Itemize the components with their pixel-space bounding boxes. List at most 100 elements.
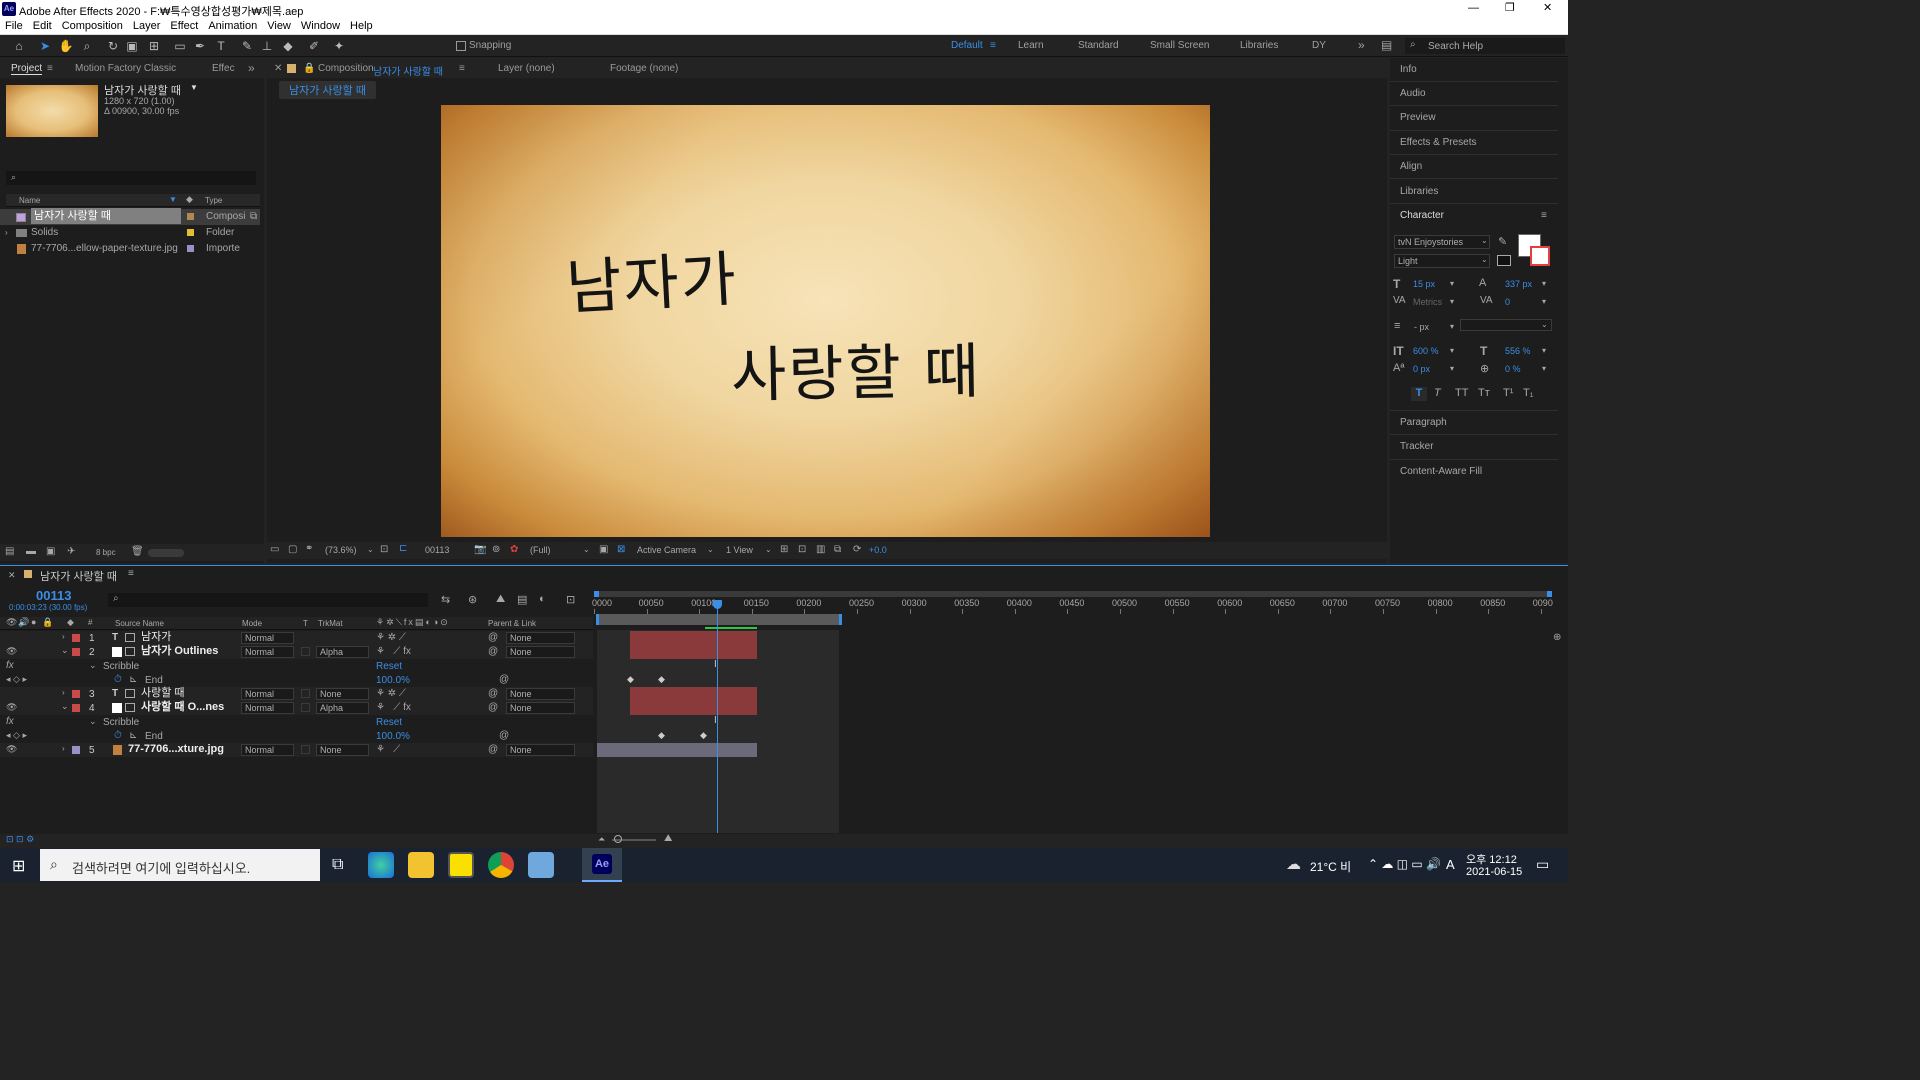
motion-blur-icon[interactable]: ◐ [539, 593, 546, 605]
project-panel-menu-icon[interactable]: ≡ [47, 63, 53, 74]
mode-dropdown[interactable]: Normal [241, 632, 294, 644]
trkmat-dropdown[interactable]: None [316, 744, 369, 756]
eyedropper-icon[interactable]: ✎ [1498, 235, 1507, 248]
layer-search-input[interactable]: ⌕ [108, 593, 428, 607]
home-icon[interactable]: ⌂ [11, 38, 27, 54]
eye-icon[interactable]: 👁 [6, 702, 17, 713]
keyframe-icon[interactable]: ◆ [700, 730, 707, 741]
current-time-field[interactable]: 00113 [425, 545, 449, 555]
region-of-interest-icon[interactable]: ⊏ [399, 543, 407, 554]
taskbar-search-input[interactable]: ⌕ 검색하려면 여기에 입력하십시오. [40, 849, 320, 881]
bit-depth-label[interactable]: 8 bpc [96, 548, 116, 557]
chrome-icon[interactable] [488, 852, 514, 878]
reset-link[interactable]: Reset [376, 716, 402, 729]
tracking-value[interactable]: 0 [1505, 297, 1510, 307]
label-color[interactable] [187, 245, 194, 252]
workspace-learn[interactable]: Learn [1018, 40, 1044, 51]
parent-dropdown[interactable]: None [506, 744, 575, 756]
label-column-icon[interactable]: ◆ [186, 194, 193, 205]
expression-icon[interactable]: @ [499, 729, 509, 742]
pick-whip-icon[interactable]: @ [488, 701, 498, 714]
trkmat-dropdown[interactable]: Alpha [316, 702, 369, 714]
stroke-width-value[interactable]: - px [1414, 322, 1429, 332]
workspace-small-screen[interactable]: Small Screen [1150, 40, 1209, 51]
workspace-libraries[interactable]: Libraries [1240, 40, 1278, 51]
mode-dropdown[interactable]: Normal [241, 744, 294, 756]
zoom-slider-handle[interactable] [614, 835, 622, 843]
kerning-value[interactable]: Metrics [1413, 297, 1442, 307]
workspace-standard[interactable]: Standard [1078, 40, 1119, 51]
tab-effects[interactable]: Effec [212, 63, 235, 74]
col-parent[interactable]: Parent & Link [488, 619, 536, 628]
vertical-scale-value[interactable]: 600 % [1413, 346, 1439, 356]
weather-icon[interactable]: ☁ [1286, 855, 1301, 873]
clock-time[interactable]: 오후 12:12 [1466, 851, 1517, 867]
more-tabs-icon[interactable]: » [248, 61, 255, 75]
menu-edit[interactable]: Edit [28, 18, 57, 32]
file-explorer-icon[interactable] [408, 852, 434, 878]
keyframe-nav-icon[interactable]: ◂ ◇ ▸ [6, 729, 27, 742]
viewer-lock-icon[interactable]: 🔒 [303, 63, 315, 74]
effects-presets-panel-tab[interactable]: Effects & Presets [1400, 137, 1477, 148]
zoom-tool-icon[interactable]: ⌕ [79, 38, 95, 54]
effect-row[interactable]: fx ⌄ Scribble Reset [0, 715, 593, 729]
layer-bar[interactable] [597, 743, 757, 757]
preserve-transparency-checkbox[interactable] [301, 689, 310, 698]
ime-indicator[interactable]: A [1446, 857, 1455, 872]
column-type[interactable]: Type [205, 196, 222, 205]
menu-file[interactable]: File [0, 18, 28, 32]
tab-project[interactable]: Project [11, 63, 43, 75]
pen-tool-icon[interactable]: ✒ [192, 38, 208, 54]
playhead[interactable] [717, 600, 718, 833]
character-menu-icon[interactable]: ≡ [1541, 210, 1547, 221]
chevron-down-icon[interactable]: ⌄ [583, 545, 590, 554]
adjust-project-icon[interactable]: ✈ [67, 546, 75, 557]
stopwatch-icon[interactable]: ⏱ [114, 729, 122, 742]
eraser-tool-icon[interactable]: ◆ [280, 38, 296, 54]
flowchart-icon[interactable]: ⧉ [250, 209, 257, 225]
interpret-footage-icon[interactable]: ▤ [5, 546, 14, 557]
layer-name[interactable]: 사랑할 때 O...nes [141, 701, 224, 714]
table-row[interactable]: 👁 ⌄ 2 남자가 Outlines Normal Alpha ⚘ ⟋ fx @… [0, 645, 593, 659]
tab-layer[interactable]: Layer (none) [498, 63, 555, 74]
keyframe-icon[interactable]: ◆ [627, 674, 634, 685]
fast-preview-icon[interactable]: ⊠ [617, 544, 625, 555]
weather-text[interactable]: 21°C 비 [1310, 858, 1351, 875]
timeline-menu-icon[interactable]: ≡ [128, 568, 134, 579]
small-caps-button[interactable]: Tт [1478, 387, 1490, 399]
snapping-checkbox[interactable] [456, 41, 466, 51]
switches-icon[interactable]: ⚘ ✲ ⟋ [376, 687, 406, 700]
flowchart-icon[interactable]: ⧉ [834, 544, 841, 555]
mask-visibility-icon[interactable]: ⚭ [305, 543, 313, 554]
eye-icon[interactable]: 👁 [6, 617, 17, 628]
faux-italic-button[interactable]: T [1434, 387, 1441, 399]
tray-icons[interactable]: ⌃ ☁ ◫ ▭ 🔊 [1368, 857, 1441, 871]
keyframe-icon[interactable]: ◆ [658, 730, 665, 741]
windows-start-icon[interactable]: ⊞ [12, 856, 25, 876]
views-dropdown[interactable]: 1 View [726, 545, 753, 555]
chevron-down-icon[interactable]: ▾ [1542, 279, 1546, 288]
fit-icon[interactable]: ▢ [288, 544, 297, 555]
baseline-shift-value[interactable]: 0 px [1413, 364, 1430, 374]
pick-whip-icon[interactable]: @ [488, 645, 498, 658]
comp-canvas[interactable]: 남자가 사랑할 때 [441, 105, 1210, 537]
layer-name[interactable]: 77-7706...xture.jpg [128, 743, 224, 756]
minimize-button[interactable]: — [1468, 2, 1479, 14]
chevron-down-icon[interactable]: ▼ [190, 83, 198, 92]
tracker-panel-tab[interactable]: Tracker [1400, 441, 1434, 452]
chevron-down-icon[interactable]: ⌄ [1541, 320, 1548, 329]
resolution-dropdown[interactable]: (Full) [530, 545, 551, 555]
table-row[interactable]: › 3 T 사랑할 때 Normal None ⚘ ✲ ⟋ @ None [0, 687, 593, 701]
shy-switch-icon[interactable]: ⚘ ✲ ⟋ [376, 631, 406, 644]
eye-icon[interactable]: 👁 [6, 744, 17, 755]
font-size-value[interactable]: 15 px [1413, 279, 1435, 289]
content-aware-fill-panel-tab[interactable]: Content-Aware Fill [1400, 466, 1482, 477]
mode-dropdown[interactable]: Normal [241, 702, 294, 714]
zoom-in-icon[interactable]: ⛰ [664, 833, 672, 844]
kakaotalk-icon[interactable] [448, 852, 474, 878]
expand-arrow-icon[interactable]: › [62, 744, 65, 753]
layer-bar[interactable] [630, 701, 757, 715]
trkmat-dropdown[interactable]: None [316, 688, 369, 700]
effect-name[interactable]: Scribble [103, 716, 139, 729]
expand-arrow-icon[interactable]: ⌄ [61, 701, 69, 712]
